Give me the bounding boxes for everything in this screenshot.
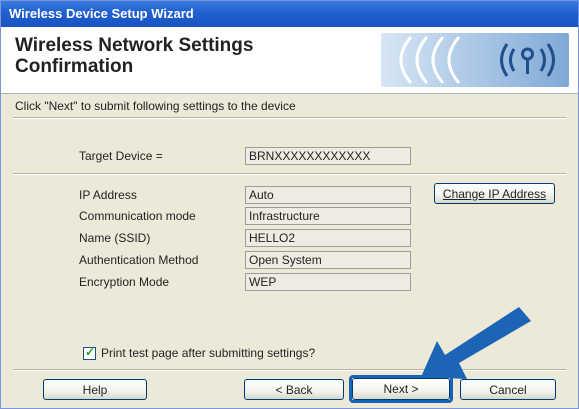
communication-mode-value: Infrastructure — [245, 207, 411, 225]
instruction-text: Click "Next" to submit following setting… — [15, 99, 296, 113]
encryption-mode-label: Encryption Mode — [79, 275, 170, 289]
print-test-page-label[interactable]: Print test page after submitting setting… — [101, 346, 315, 360]
blue-arrow-icon — [421, 307, 531, 379]
help-button-label: Help — [82, 382, 108, 397]
wireless-logo-icon — [381, 33, 569, 87]
change-ip-address-label: Change IP Address — [442, 186, 547, 201]
ip-address-label: IP Address — [79, 188, 137, 202]
check-icon: ✓ — [85, 345, 96, 359]
wizard-window: Wireless Device Setup Wizard Wireless Ne… — [0, 0, 579, 409]
target-device-label: Target Device = — [79, 149, 163, 163]
authentication-method-value: Open System — [245, 251, 411, 269]
target-device-value: BRNXXXXXXXXXXXX — [245, 147, 411, 165]
ssid-label: Name (SSID) — [79, 231, 151, 245]
divider — [13, 173, 566, 175]
print-test-page-checkbox[interactable]: ✓ — [83, 345, 96, 360]
window-title-bar: Wireless Device Setup Wizard — [1, 1, 578, 27]
back-button-label: < Back — [275, 382, 313, 397]
encryption-mode-value: WEP — [245, 273, 411, 291]
ip-address-value: Auto — [245, 186, 411, 204]
communication-mode-label: Communication mode — [79, 209, 196, 223]
back-button[interactable]: < Back — [244, 379, 344, 400]
change-ip-address-button[interactable]: Change IP Address — [434, 183, 555, 204]
header-banner: Wireless Network Settings Confirmation — [1, 27, 578, 94]
authentication-method-label: Authentication Method — [79, 253, 199, 267]
divider — [13, 117, 566, 119]
ssid-value: HELLO2 — [245, 229, 411, 247]
help-button[interactable]: Help — [43, 379, 147, 400]
window-title: Wireless Device Setup Wizard — [9, 6, 194, 21]
page-title: Wireless Network Settings Confirmation — [15, 35, 254, 77]
